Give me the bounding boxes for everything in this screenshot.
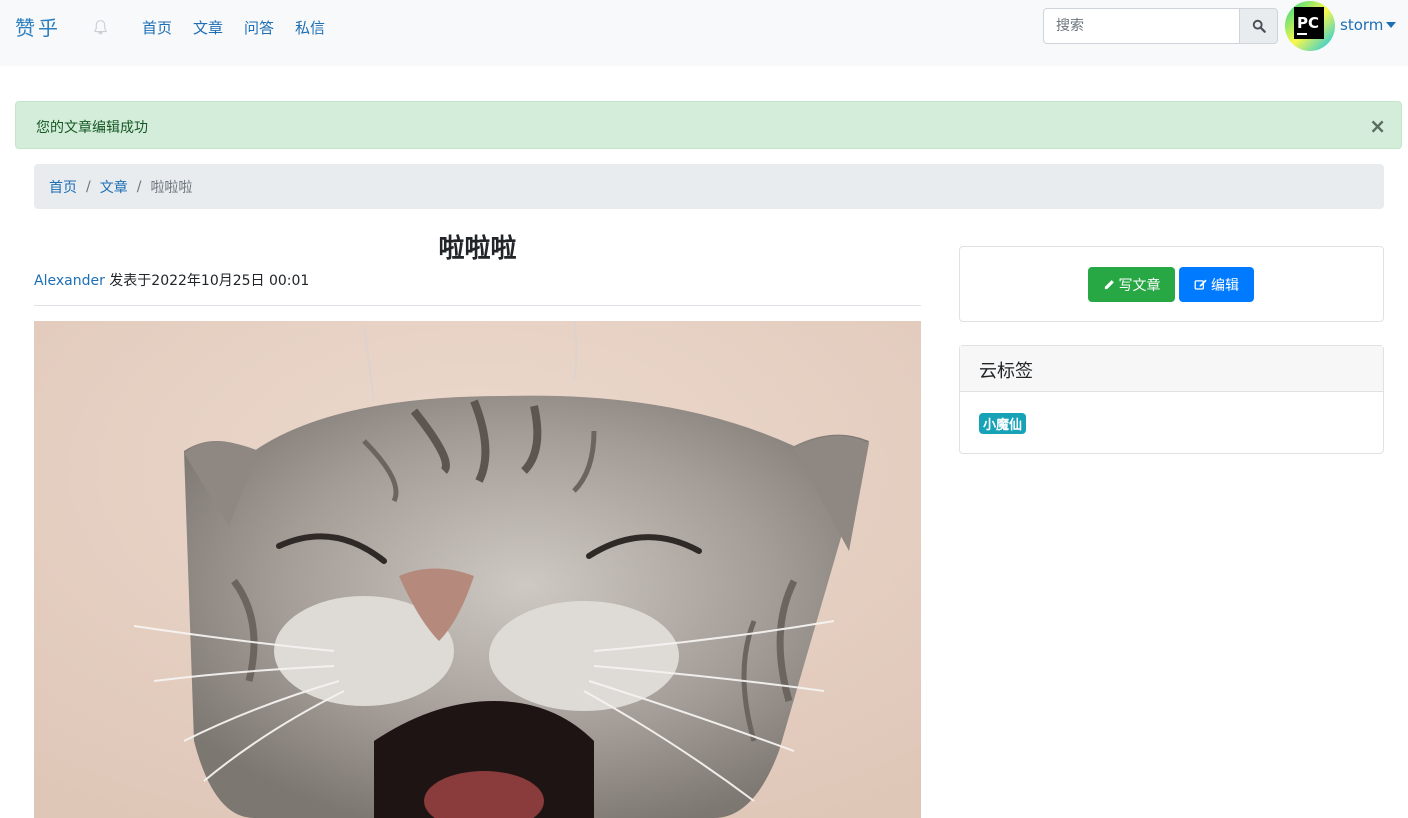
breadcrumb-current: 啦啦啦 (150, 179, 193, 196)
edit-article-label: 编辑 (1211, 277, 1239, 294)
user-menu[interactable]: storm (1340, 16, 1383, 34)
navbar: 赞乎 首页 文章 问答 私信 PC (0, 0, 1408, 66)
search-icon (1252, 19, 1266, 33)
write-article-button[interactable]: 写文章 (1088, 267, 1175, 302)
success-alert: 您的文章编辑成功 × (15, 101, 1402, 149)
breadcrumb-separator: / (86, 178, 91, 195)
article-title: 啦啦啦 (438, 234, 517, 264)
tag-cloud-card: 云标签 小魔仙 (959, 345, 1384, 454)
tag-cloud-title: 云标签 (960, 346, 1383, 392)
breadcrumb-home[interactable]: 首页 (49, 177, 77, 197)
pencil-icon (1104, 279, 1114, 289)
actions-card: 写文章 编辑 (959, 246, 1384, 322)
divider (34, 305, 921, 306)
nav-messages[interactable]: 私信 (295, 17, 325, 38)
breadcrumb: 首页 / 文章 / 啦啦啦 (34, 164, 1384, 209)
article-image (34, 321, 921, 818)
write-article-label: 写文章 (1118, 277, 1161, 294)
nav-home[interactable]: 首页 (142, 17, 172, 38)
tag-badge[interactable]: 小魔仙 (979, 413, 1027, 434)
article-meta: Alexander 发表于2022年10月25日 00:01 (34, 270, 309, 290)
brand-logo[interactable]: 赞乎 (15, 12, 61, 41)
chevron-down-icon[interactable] (1386, 22, 1396, 28)
author-link[interactable]: Alexander (34, 273, 105, 289)
bell-icon[interactable] (92, 19, 109, 36)
publish-date: 发表于2022年10月25日 00:01 (109, 273, 310, 289)
search-input[interactable] (1043, 8, 1240, 44)
avatar[interactable]: PC (1285, 1, 1335, 51)
nav-links: 首页 文章 问答 私信 (142, 17, 346, 38)
edit-icon (1194, 279, 1207, 290)
breadcrumb-articles[interactable]: 文章 (100, 177, 128, 197)
nav-articles[interactable]: 文章 (193, 17, 223, 38)
alert-message: 您的文章编辑成功 (36, 120, 148, 136)
close-icon[interactable]: × (1369, 114, 1386, 138)
avatar-text: PC (1297, 14, 1319, 32)
nav-qa[interactable]: 问答 (244, 17, 274, 38)
edit-article-button[interactable]: 编辑 (1179, 267, 1254, 302)
search-form (1043, 8, 1278, 44)
search-button[interactable] (1240, 8, 1278, 44)
breadcrumb-separator: / (136, 178, 142, 195)
